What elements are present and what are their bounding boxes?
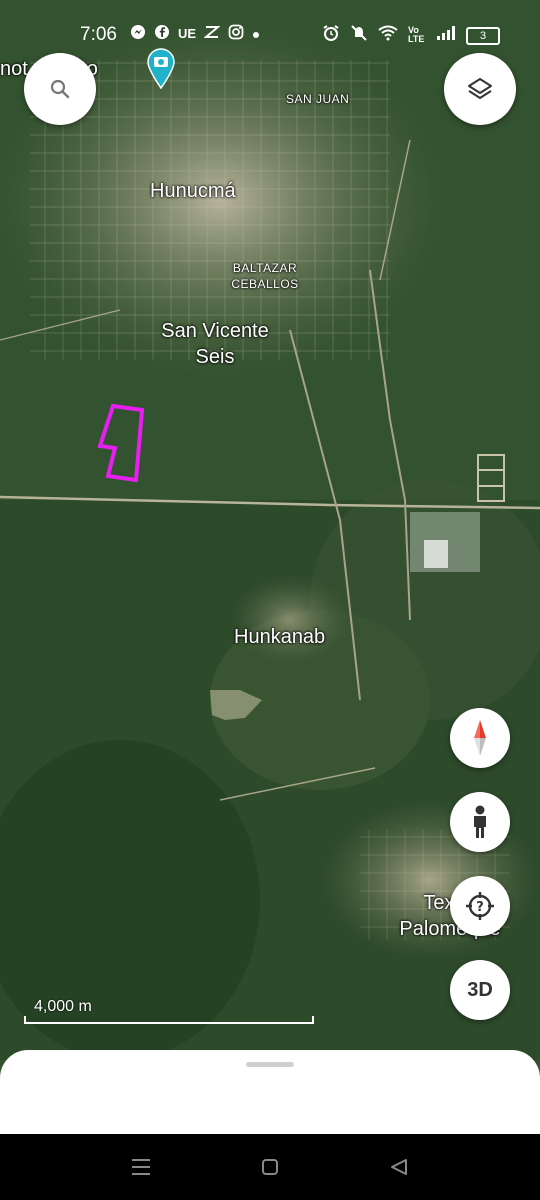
layers-icon [468,78,492,99]
signal-icon [436,25,456,44]
home-button[interactable] [255,1152,285,1182]
drag-handle[interactable] [246,1062,294,1067]
3d-button[interactable]: 3D [450,960,510,1020]
back-triangle-icon [391,1159,407,1175]
home-square-icon [262,1159,278,1175]
my-location-icon: ? [466,892,494,920]
mute-icon [350,24,368,45]
place-label-baltazar-ceballos[interactable]: BALTAZAR CEBALLOS [228,260,302,292]
layers-button[interactable] [444,53,516,125]
scale-bar: 4,000 m [24,998,316,1024]
recents-button[interactable] [126,1152,156,1182]
compass-button[interactable] [450,708,510,768]
notification-icons: UE [130,24,260,43]
system-nav-bar [0,1134,540,1200]
search-button[interactable] [24,53,96,125]
capcut-icon [203,24,221,43]
back-button[interactable] [384,1152,414,1182]
place-label-hunucma[interactable]: Hunucmá [150,180,236,203]
battery-icon: 3 [466,27,500,45]
menu-icon [132,1159,150,1175]
messenger-icon [130,24,146,43]
compass-icon [474,720,486,756]
search-icon [50,79,70,99]
instagram-icon [228,24,244,43]
place-label-hunkanab[interactable]: Hunkanab [234,626,325,649]
system-icons: Vo LTE [322,24,456,45]
scale-label: 4,000 m [34,998,92,1015]
volte-icon: Vo LTE [408,24,425,44]
ue-icon: UE [178,26,197,41]
3d-label: 3D [467,978,493,1001]
facebook-icon [154,24,170,43]
photo-pin-icon[interactable] [146,48,176,95]
place-label-san-juan[interactable]: SAN JUAN [286,92,349,106]
status-time: 7:06 [80,24,117,45]
scale-line [24,1016,314,1024]
place-label-san-vicente-seis[interactable]: San Vicente Seis [150,318,280,370]
pegman-icon [474,805,486,838]
svg-text:?: ? [476,900,484,915]
alarm-icon [322,24,340,45]
bottom-sheet[interactable] [0,1050,540,1134]
street-view-button[interactable] [450,792,510,852]
my-location-button[interactable]: ? [450,876,510,936]
dot-icon [252,26,260,42]
battery-level: 3 [479,30,487,42]
wifi-icon [378,25,398,44]
